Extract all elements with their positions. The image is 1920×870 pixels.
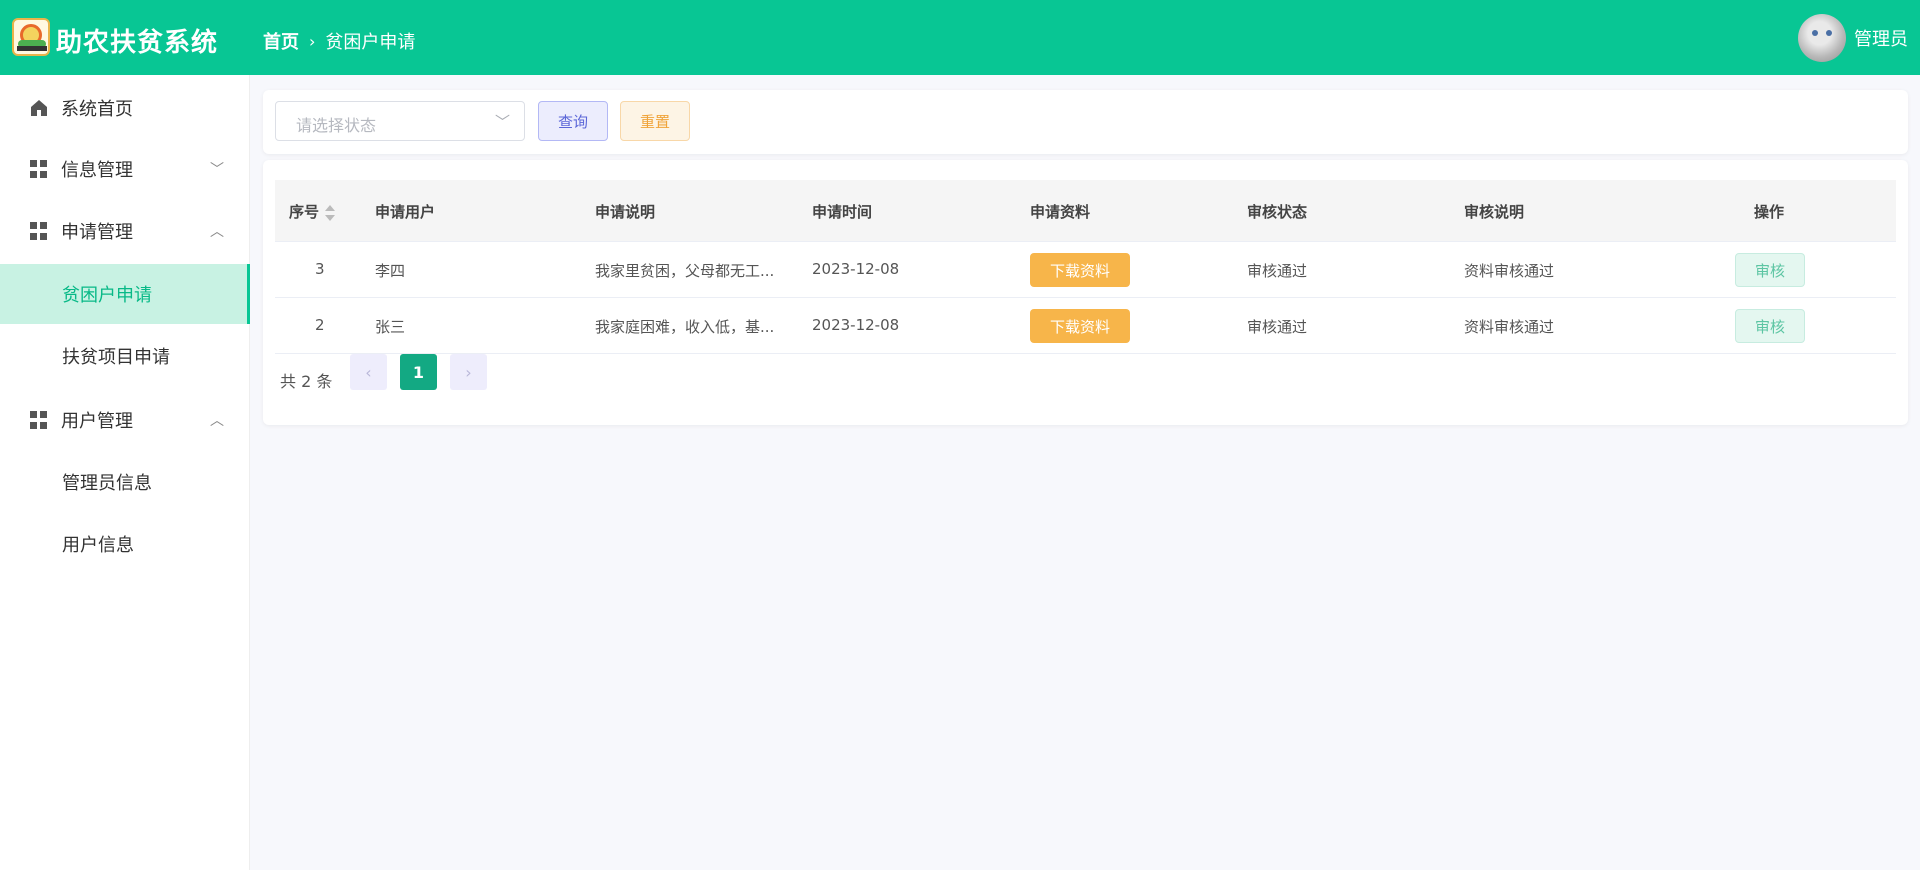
- filter-bar: 请选择状态 ﹀ 查询 重置: [263, 90, 1908, 154]
- grid-icon: [30, 222, 48, 240]
- chevron-down-icon: ﹀: [210, 162, 224, 178]
- column-header-user: 申请用户: [375, 203, 436, 221]
- download-file-button[interactable]: 下载资料: [1030, 309, 1130, 343]
- column-header-desc: 申请说明: [595, 203, 656, 221]
- query-button[interactable]: 查询: [538, 101, 608, 141]
- avatar[interactable]: [1798, 14, 1846, 62]
- chevron-down-icon: ﹀: [494, 113, 510, 131]
- status-select-placeholder: 请选择状态: [296, 116, 377, 135]
- audit-button[interactable]: 审核: [1735, 309, 1805, 343]
- next-page-button[interactable]: ›: [450, 354, 487, 390]
- user-menu[interactable]: 管理员: [1798, 14, 1908, 62]
- sort-icon[interactable]: [325, 204, 336, 221]
- sidebar-item-label: 系统首页: [61, 99, 133, 120]
- cell-status: 审核通过: [1247, 262, 1308, 280]
- sidebar-item-poverty-project-application[interactable]: 扶贫项目申请: [0, 326, 250, 386]
- app-logo: [12, 18, 50, 56]
- chevron-right-icon: ›: [309, 31, 316, 51]
- column-header-action: 操作: [1754, 203, 1785, 221]
- grid-icon: [30, 411, 48, 429]
- sidebar-item-label: 信息管理: [61, 160, 133, 181]
- sidebar: 系统首页 信息管理 ﹀ 申请管理 ︿ 贫困户申请 扶贫项目申请 用户管理 ︿ 管…: [0, 75, 250, 870]
- table-row: 3 李四 我家里贫困，父母都无工... 2023-12-08 下载资料 审核通过…: [275, 242, 1896, 298]
- chevron-up-icon: ︿: [210, 413, 224, 429]
- status-select[interactable]: 请选择状态 ﹀: [275, 101, 525, 141]
- prev-page-button[interactable]: ‹: [350, 354, 387, 390]
- sidebar-item-label: 申请管理: [61, 222, 133, 243]
- sidebar-item-admin-info[interactable]: 管理员信息: [0, 452, 250, 512]
- column-header-file: 申请资料: [1030, 203, 1091, 221]
- chevron-up-icon: ︿: [210, 224, 224, 240]
- cell-user: 李四: [375, 262, 406, 280]
- breadcrumb-current: 贫困户申请: [325, 32, 416, 53]
- cell-desc: 我家庭困难，收入低，基...: [595, 318, 775, 336]
- cell-user: 张三: [375, 318, 406, 336]
- user-name[interactable]: 管理员: [1854, 25, 1908, 51]
- cell-status: 审核通过: [1247, 318, 1308, 336]
- column-header-status: 审核状态: [1247, 203, 1308, 221]
- cell-time: 2023-12-08: [812, 260, 900, 278]
- table-card: 序号 申请用户 申请说明 申请时间 申请资料 审核状态 审核说明 操作 3 李四…: [263, 160, 1908, 425]
- cell-id: 3: [315, 260, 325, 278]
- cell-time: 2023-12-08: [812, 316, 900, 334]
- sidebar-item-label: 贫困户申请: [62, 285, 152, 306]
- column-header-note: 审核说明: [1464, 203, 1525, 221]
- page-number-button[interactable]: 1: [400, 354, 437, 390]
- column-header-id[interactable]: 序号: [289, 201, 336, 222]
- column-header-time: 申请时间: [812, 203, 873, 221]
- sidebar-item-user-info[interactable]: 用户信息: [0, 514, 250, 574]
- cell-note: 资料审核通过: [1464, 262, 1555, 280]
- sidebar-item-info-management[interactable]: 信息管理 ﹀: [0, 139, 250, 199]
- cell-id: 2: [315, 316, 325, 334]
- app-title: 助农扶贫系统: [56, 28, 219, 58]
- table-header: 序号 申请用户 申请说明 申请时间 申请资料 审核状态 审核说明 操作: [275, 180, 1896, 242]
- chevron-right-icon: ›: [465, 362, 472, 382]
- sidebar-item-user-management[interactable]: 用户管理 ︿: [0, 390, 250, 450]
- sidebar-item-label: 管理员信息: [62, 473, 152, 494]
- sidebar-item-application-management[interactable]: 申请管理 ︿: [0, 201, 250, 261]
- sidebar-item-poor-household-application[interactable]: 贫困户申请: [0, 264, 250, 324]
- table-row: 2 张三 我家庭困难，收入低，基... 2023-12-08 下载资料 审核通过…: [275, 298, 1896, 354]
- top-header: 助农扶贫系统 首页 › 贫困户申请 管理员: [0, 0, 1920, 75]
- cell-desc: 我家里贫困，父母都无工...: [595, 262, 775, 280]
- sidebar-item-label: 扶贫项目申请: [62, 347, 170, 368]
- pagination-total: 共 2 条: [280, 372, 333, 391]
- chevron-left-icon: ‹: [365, 362, 372, 382]
- sidebar-item-label: 用户信息: [62, 535, 134, 556]
- sidebar-item-home[interactable]: 系统首页: [0, 78, 250, 138]
- cell-note: 资料审核通过: [1464, 318, 1555, 336]
- reset-button[interactable]: 重置: [620, 101, 690, 141]
- grid-icon: [30, 160, 48, 178]
- pagination: 共 2 条 ‹ 1 ›: [275, 354, 487, 392]
- breadcrumb: 首页 › 贫困户申请: [263, 28, 415, 54]
- sidebar-item-label: 用户管理: [61, 411, 133, 432]
- home-icon: [31, 100, 47, 116]
- audit-button[interactable]: 审核: [1735, 253, 1805, 287]
- download-file-button[interactable]: 下载资料: [1030, 253, 1130, 287]
- breadcrumb-home[interactable]: 首页: [263, 28, 299, 54]
